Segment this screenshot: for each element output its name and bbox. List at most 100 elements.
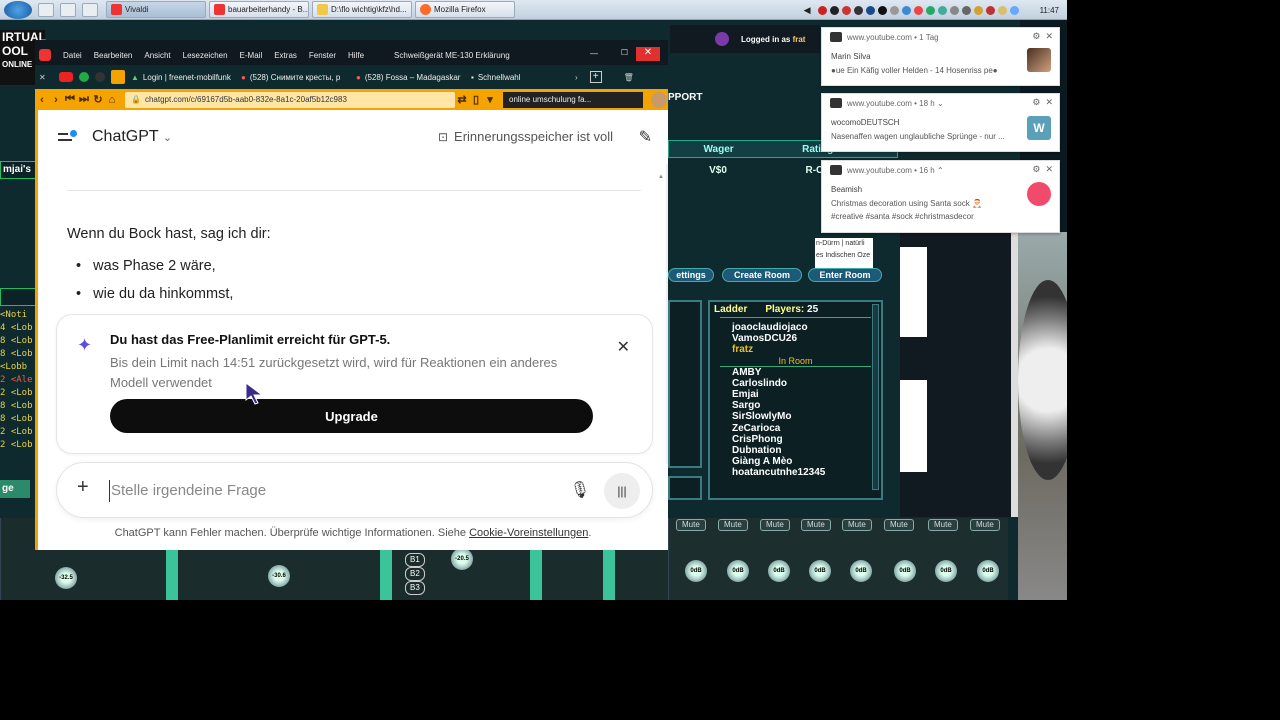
memory-full-notice[interactable]: ⊡ Erinnerungsspeicher ist voll xyxy=(438,129,613,144)
gain-knob[interactable]: 0dB xyxy=(977,560,999,582)
taskbar-item-vivaldi[interactable]: Vivaldi xyxy=(106,1,206,18)
close-icon[interactable]: ✕ xyxy=(1045,164,1053,174)
create-room-button[interactable]: Create Room xyxy=(722,268,802,282)
close-icon[interactable]: ✕ xyxy=(1045,31,1053,41)
forward-icon[interactable]: › xyxy=(49,94,63,106)
notification-card[interactable]: www.youtube.com • 1 Tag ⚙ ✕ Marin Silva … xyxy=(821,27,1060,86)
tray-icon[interactable] xyxy=(865,5,875,15)
gain-knob[interactable]: -32.5 xyxy=(55,567,77,589)
pinned-tab-icon[interactable] xyxy=(95,72,105,82)
active-tab-icon[interactable] xyxy=(111,70,125,84)
gain-knob[interactable]: -30.6 xyxy=(268,565,290,587)
page-scrollbar[interactable] xyxy=(666,164,668,464)
tray-icon[interactable] xyxy=(841,5,851,15)
youtube-icon[interactable] xyxy=(59,72,73,82)
dropdown-icon[interactable]: ▾ xyxy=(483,93,497,106)
tray-icon[interactable] xyxy=(889,5,899,15)
close-icon[interactable]: ✕ xyxy=(617,337,630,357)
voice-mode-button[interactable]: ||| xyxy=(604,473,640,509)
model-selector[interactable]: ChatGPT ⌄ xyxy=(92,128,172,146)
close-icon[interactable]: ✕ xyxy=(1045,97,1053,107)
window-scrollbar[interactable] xyxy=(1011,232,1018,517)
start-button[interactable] xyxy=(4,0,32,19)
taskbar-item-firefox[interactable]: Mozilla Firefox xyxy=(415,1,515,18)
player-tab[interactable]: mjai's xyxy=(0,161,36,179)
trash-icon[interactable]: 🗑 xyxy=(624,73,634,82)
mute-button[interactable]: Mute xyxy=(760,519,790,531)
reload-icon[interactable]: ↻ xyxy=(91,93,105,106)
menu-datei[interactable]: Datei xyxy=(63,51,82,60)
menu-email[interactable]: E-Mail xyxy=(240,51,263,60)
tray-icon[interactable] xyxy=(877,5,887,15)
ladder-scrollbar[interactable] xyxy=(872,304,879,490)
quicklaunch-icon[interactable] xyxy=(82,2,98,17)
menu-hilfe[interactable]: Hilfe xyxy=(348,51,364,60)
challenge-button[interactable]: ge xyxy=(0,480,30,498)
cookie-settings-link[interactable]: Cookie-Voreinstellungen xyxy=(469,527,588,539)
room-player[interactable]: CrisPhong xyxy=(710,434,881,445)
ladder-player[interactable]: joaoclaudiojaco xyxy=(710,322,881,333)
mute-button[interactable]: Mute xyxy=(928,519,958,531)
gain-knob[interactable]: 0dB xyxy=(685,560,707,582)
taskbar-item-vivaldi-2[interactable]: bauarbeiterhandy - B... xyxy=(209,1,309,18)
gain-knob[interactable]: -20.5 xyxy=(451,548,473,570)
tray-icon[interactable] xyxy=(937,5,947,15)
enter-room-button[interactable]: Enter Room xyxy=(808,268,882,282)
tab-scroll-icon[interactable]: › xyxy=(575,73,578,82)
tray-icon[interactable] xyxy=(925,5,935,15)
notification-card[interactable]: www.youtube.com • 16 h ⌃ ⚙ ✕ Beamish Chr… xyxy=(821,160,1060,233)
quicklaunch-icon[interactable] xyxy=(38,2,54,17)
ladder-player-self[interactable]: fratz xyxy=(710,344,881,355)
new-chat-icon[interactable]: ✎ xyxy=(639,127,652,147)
tray-icon[interactable] xyxy=(997,5,1007,15)
room-player[interactable]: Emjai xyxy=(710,389,881,400)
upgrade-button[interactable]: Upgrade xyxy=(110,399,593,433)
mute-button[interactable]: Mute xyxy=(676,519,706,531)
rewind-icon[interactable]: ⏮ xyxy=(63,93,77,106)
clock[interactable]: 11:47 xyxy=(1040,6,1059,15)
tab-youtube-1[interactable]: ● (528) Снимите кресты, р xyxy=(235,67,350,87)
fader-track[interactable] xyxy=(166,548,178,600)
bus-selector[interactable]: B1 B2 B3 xyxy=(405,553,425,595)
tray-icon[interactable] xyxy=(961,5,971,15)
tray-icon[interactable] xyxy=(829,5,839,15)
menu-ansicht[interactable]: Ansicht xyxy=(144,51,170,60)
settings-icon[interactable]: ⚙ xyxy=(1032,31,1040,41)
pinned-tab-icon[interactable] xyxy=(79,72,89,82)
room-player[interactable]: hoatancutnhe12345 xyxy=(710,467,881,478)
fader-track[interactable] xyxy=(603,548,615,600)
tab-freenet[interactable]: ▲ Login | freenet-mobilfunk xyxy=(125,67,235,87)
menu-extras[interactable]: Extras xyxy=(274,51,297,60)
settings-icon[interactable]: ⚙ xyxy=(1032,97,1040,107)
tab-youtube-2[interactable]: ● (528) Fossa – Madagaskar xyxy=(350,67,465,87)
tray-icon[interactable] xyxy=(973,5,983,15)
room-player[interactable]: Carloslindo xyxy=(710,378,881,389)
tab-schnellwahl[interactable]: ▪ Schnellwahl xyxy=(465,67,565,87)
prompt-input[interactable]: Stelle irgendeine Frage xyxy=(109,480,539,502)
tray-icon[interactable] xyxy=(949,5,959,15)
ladder-player[interactable]: VamosDCU26 xyxy=(710,333,881,344)
room-player[interactable]: Dubnation xyxy=(710,445,881,456)
room-player[interactable]: Sargo xyxy=(710,400,881,411)
room-player[interactable]: AMBY xyxy=(710,367,881,378)
back-icon[interactable]: ‹ xyxy=(35,94,49,106)
room-player[interactable]: ZeCarioca xyxy=(710,423,881,434)
tray-icon[interactable] xyxy=(901,5,911,15)
address-input[interactable]: 🔒 chatgpt.com/c/69167d5b-aab0-832e-8a1c-… xyxy=(125,91,455,108)
mute-button[interactable]: Mute xyxy=(801,519,831,531)
menu-fenster[interactable]: Fenster xyxy=(309,51,336,60)
extension-icon[interactable]: ⇄ xyxy=(455,93,469,106)
room-player[interactable]: SirSlowlyMo xyxy=(710,411,881,422)
menu-bearbeiten[interactable]: Bearbeiten xyxy=(94,51,133,60)
fader-track[interactable] xyxy=(380,548,392,600)
gain-knob[interactable]: 0dB xyxy=(727,560,749,582)
tray-icon[interactable] xyxy=(817,5,827,15)
fastforward-icon[interactable]: ⏭ xyxy=(77,93,91,106)
home-icon[interactable]: ⌂ xyxy=(105,94,119,106)
notification-card[interactable]: www.youtube.com • 18 h ⌄ ⚙ ✕ wocomoDEUTS… xyxy=(821,93,1060,152)
tray-arrow-icon[interactable]: ◀ xyxy=(804,5,811,16)
minimize-icon[interactable]: — xyxy=(590,49,598,58)
settings-icon[interactable]: ⚙ xyxy=(1032,164,1040,174)
tray-icon[interactable] xyxy=(913,5,923,15)
fader-track[interactable] xyxy=(530,548,542,600)
